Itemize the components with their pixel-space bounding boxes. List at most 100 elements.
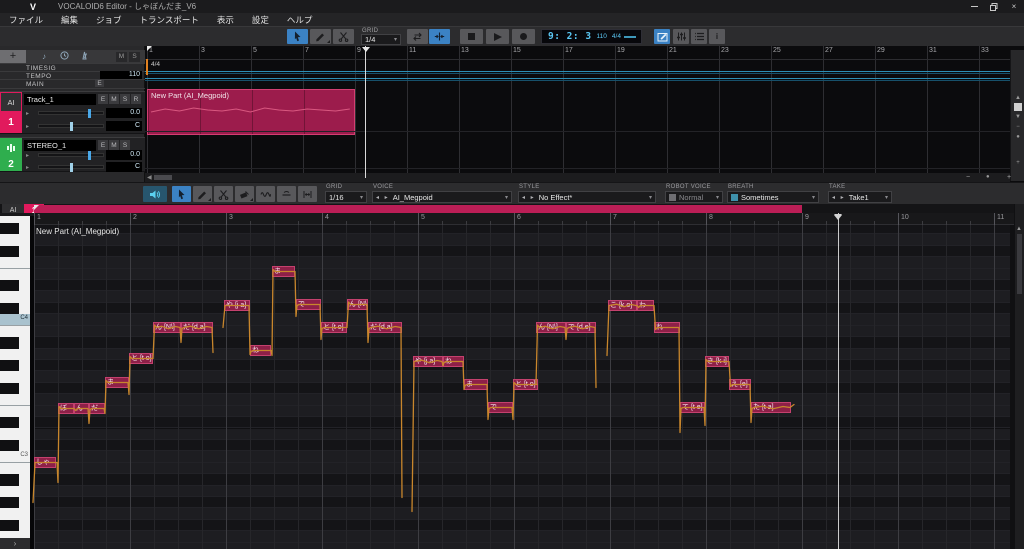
note[interactable]: と [t o]	[129, 353, 153, 364]
editor-pencil-tool[interactable]	[193, 186, 212, 202]
track2-volume-slider[interactable]	[38, 151, 104, 160]
track2-edit-button[interactable]: E	[98, 140, 108, 150]
note[interactable]: て [t e]	[680, 402, 705, 413]
note[interactable]: や [j a]	[413, 356, 443, 367]
track1-name[interactable]: Track_1	[24, 94, 96, 105]
voice-select[interactable]: ◂ ▸ AI_Megpoid ▾	[372, 191, 512, 203]
note[interactable]: だ [d a]	[368, 322, 402, 333]
arrange-timeline[interactable]: 1 3 5 7 9 11 13 15 17 19 21 23 25 27 29 31 33 4/4 New Part…	[145, 46, 1010, 182]
note[interactable]: ま	[464, 379, 488, 390]
breath-select[interactable]: Sometimes ▾	[727, 191, 819, 203]
scroll-up-icon[interactable]: ▲	[1011, 95, 1024, 101]
note[interactable]: ね	[443, 356, 464, 367]
note[interactable]: で	[296, 299, 321, 310]
piano-roll-ruler[interactable]: 1 2 3 4 5 6 7 8 9 10 11	[0, 213, 1024, 225]
piano-key-black[interactable]	[0, 245, 19, 258]
editor-grid-select[interactable]: 1/16 ▾	[325, 191, 367, 203]
master-mute-button[interactable]: M	[116, 51, 127, 62]
track1-volume-slider[interactable]	[38, 109, 104, 118]
piano-key[interactable]	[0, 325, 30, 338]
piano-key[interactable]	[0, 348, 30, 360]
piano-key-black[interactable]	[0, 497, 19, 509]
menu-item-4[interactable]: 表示	[208, 14, 243, 26]
piano-key[interactable]	[0, 405, 30, 418]
piano-key-black[interactable]	[0, 302, 19, 315]
piano-key[interactable]	[0, 439, 30, 452]
track1-mute-button[interactable]: M	[109, 94, 119, 104]
track-row-2[interactable]: 2 STEREO_1 E M S ▸ 0.0 ▸ C	[0, 137, 145, 172]
note[interactable]: ま	[105, 377, 129, 388]
menu-item-2[interactable]: ジョブ	[87, 14, 131, 26]
playhead-marker[interactable]	[834, 214, 842, 219]
note[interactable]: こ [k o]	[608, 300, 637, 311]
note[interactable]: わ	[637, 300, 654, 311]
editor-scissors-tool[interactable]	[214, 186, 233, 202]
piano-key[interactable]: C4	[0, 314, 30, 326]
track1-record-button[interactable]: R	[131, 94, 141, 104]
piano-key[interactable]	[0, 371, 30, 383]
list-button[interactable]	[691, 29, 707, 44]
piano-key[interactable]	[0, 497, 30, 509]
volume-thumb[interactable]	[88, 151, 91, 160]
note-icon[interactable]: ♪	[34, 52, 54, 61]
piano-key[interactable]	[0, 417, 30, 429]
piano-key[interactable]	[0, 291, 30, 303]
piano-key[interactable]	[0, 268, 30, 281]
piano-key[interactable]	[0, 337, 30, 349]
part-range-bar[interactable]	[34, 205, 802, 213]
note[interactable]: ぼ	[58, 403, 74, 414]
playhead[interactable]	[365, 46, 366, 178]
hzoom-out-icon[interactable]: −	[966, 174, 970, 181]
piano-key[interactable]	[0, 531, 30, 538]
piano-key[interactable]	[0, 222, 30, 235]
note[interactable]: ん [N\]	[536, 322, 566, 333]
clock-icon[interactable]	[54, 51, 74, 62]
note[interactable]: ま	[272, 266, 295, 277]
piano-key[interactable]	[0, 485, 30, 497]
note[interactable]: と [t o]	[321, 322, 347, 333]
note[interactable]: た [t a]	[751, 402, 791, 413]
grid-select[interactable]: 1/4 ▾	[361, 34, 401, 45]
editor-pointer-tool[interactable]	[172, 186, 191, 202]
note[interactable]: と [t o]	[513, 379, 538, 390]
prev-next-arrows[interactable]: ◂ ▸	[832, 194, 846, 201]
piano-key-black[interactable]	[0, 359, 19, 372]
scroll-left-icon[interactable]: ◀	[147, 174, 152, 181]
robot-voice-select[interactable]: Normal ▾	[665, 191, 723, 203]
piano-key[interactable]	[0, 519, 30, 532]
note[interactable]: ね	[250, 345, 271, 356]
piano-key[interactable]	[0, 359, 30, 372]
prev-next-arrows[interactable]: ◂ ▸	[376, 194, 390, 201]
snap-button[interactable]	[429, 29, 450, 44]
info-button[interactable]: i	[709, 29, 725, 44]
menu-item-6[interactable]: ヘルプ	[278, 14, 322, 26]
piano-key-black[interactable]	[0, 222, 19, 235]
piano-key-black[interactable]	[0, 382, 19, 395]
vscroll-thumb[interactable]	[1014, 103, 1022, 111]
note[interactable]: で [d e]	[566, 322, 596, 333]
title-bar[interactable]: V VOCALOID6 Editor - しゃぼんだま_V6 ×	[0, 0, 1024, 13]
zoom-out-icon[interactable]: −	[1011, 124, 1024, 130]
note[interactable]: や [j a]	[224, 300, 250, 311]
vzoom-thumb[interactable]: ●	[1011, 134, 1024, 140]
pan-thumb[interactable]	[70, 163, 73, 172]
piano-key-black[interactable]	[0, 280, 19, 292]
track1-edit-button[interactable]: E	[98, 94, 108, 104]
hzoom-thumb[interactable]: ●	[986, 174, 990, 180]
piano-key-black[interactable]	[0, 439, 19, 452]
note[interactable]: しゃ	[34, 457, 56, 468]
note[interactable]: だ [d a]	[181, 322, 213, 333]
scroll-down-icon[interactable]: ▼	[1011, 114, 1024, 120]
track1-solo-button[interactable]: S	[120, 94, 130, 104]
piano-key-black[interactable]	[0, 519, 19, 532]
playhead[interactable]	[838, 213, 839, 549]
piano-key[interactable]	[0, 302, 30, 315]
note[interactable]: れ	[654, 322, 680, 333]
track2-pan-slider[interactable]	[38, 163, 104, 172]
expand-arrow-icon[interactable]: ▸	[26, 110, 29, 117]
note[interactable]: ん [N\]	[347, 299, 368, 310]
edit-view-button[interactable]	[654, 29, 670, 44]
record-button[interactable]	[512, 29, 535, 44]
expand-arrow-icon[interactable]: ▸	[26, 123, 29, 130]
audition-button[interactable]	[143, 186, 167, 202]
